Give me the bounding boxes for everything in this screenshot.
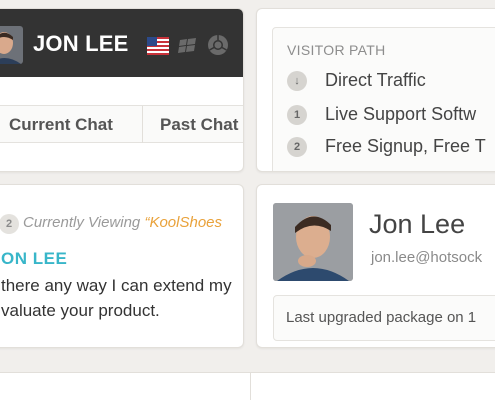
tab-current-chat[interactable]: Current Chat bbox=[9, 106, 113, 143]
chat-tabs: Current Chat Past Chat bbox=[0, 105, 243, 143]
message-line: there any way I can extend my bbox=[1, 276, 232, 295]
path-item-label: Live Support Softw bbox=[325, 104, 477, 124]
visitor-name: JON LEE bbox=[33, 31, 129, 56]
path-item-label: Free Signup, Free T bbox=[325, 136, 486, 156]
tab-past-chat[interactable]: Past Chat bbox=[160, 106, 238, 143]
currently-viewing-page[interactable]: “KoolShoes bbox=[144, 214, 222, 231]
visitor-path-card: VISITOR PATH ↓ Direct Traffic 1 Live Sup… bbox=[256, 8, 495, 172]
chrome-icon bbox=[207, 34, 229, 61]
arrow-down-icon: ↓ bbox=[287, 71, 307, 91]
profile-email[interactable]: jon.lee@hotsock bbox=[371, 249, 482, 266]
path-step-badge: 2 bbox=[287, 137, 307, 157]
path-step-badge: 1 bbox=[287, 105, 307, 125]
message-body: there any way I can extend my valuate yo… bbox=[1, 273, 243, 323]
chat-header: JON LEE bbox=[0, 9, 243, 77]
message-author: ON LEE bbox=[1, 249, 68, 268]
tab-divider bbox=[142, 106, 143, 143]
bottom-divider bbox=[250, 373, 251, 400]
profile-footer: Last upgraded package on 1 bbox=[273, 295, 495, 341]
message-line: valuate your product. bbox=[1, 301, 160, 320]
profile-photo bbox=[273, 203, 353, 281]
chat-card: JON LEE Current Chat Past Chat bbox=[0, 8, 244, 172]
chat-message-card: 2 Currently Viewing “KoolShoes ON LEE th… bbox=[0, 184, 244, 348]
bottom-panel bbox=[0, 372, 495, 400]
path-item-label: Direct Traffic bbox=[325, 70, 426, 90]
currently-viewing-label: Currently Viewing bbox=[23, 214, 141, 231]
currently-viewing: Currently Viewing “KoolShoes bbox=[23, 214, 222, 231]
profile-name: Jon Lee bbox=[369, 209, 466, 239]
last-upgrade-text: Last upgraded package on 1 bbox=[286, 309, 477, 326]
visitor-avatar bbox=[0, 26, 23, 64]
visitor-path-panel: VISITOR PATH ↓ Direct Traffic 1 Live Sup… bbox=[272, 27, 495, 171]
viewing-count-badge: 2 bbox=[0, 214, 19, 234]
visitor-path-title: VISITOR PATH bbox=[287, 42, 386, 58]
us-flag-icon bbox=[147, 37, 169, 60]
windows-icon bbox=[178, 37, 198, 60]
profile-card: Jon Lee jon.lee@hotsock Last upgraded pa… bbox=[256, 184, 495, 348]
